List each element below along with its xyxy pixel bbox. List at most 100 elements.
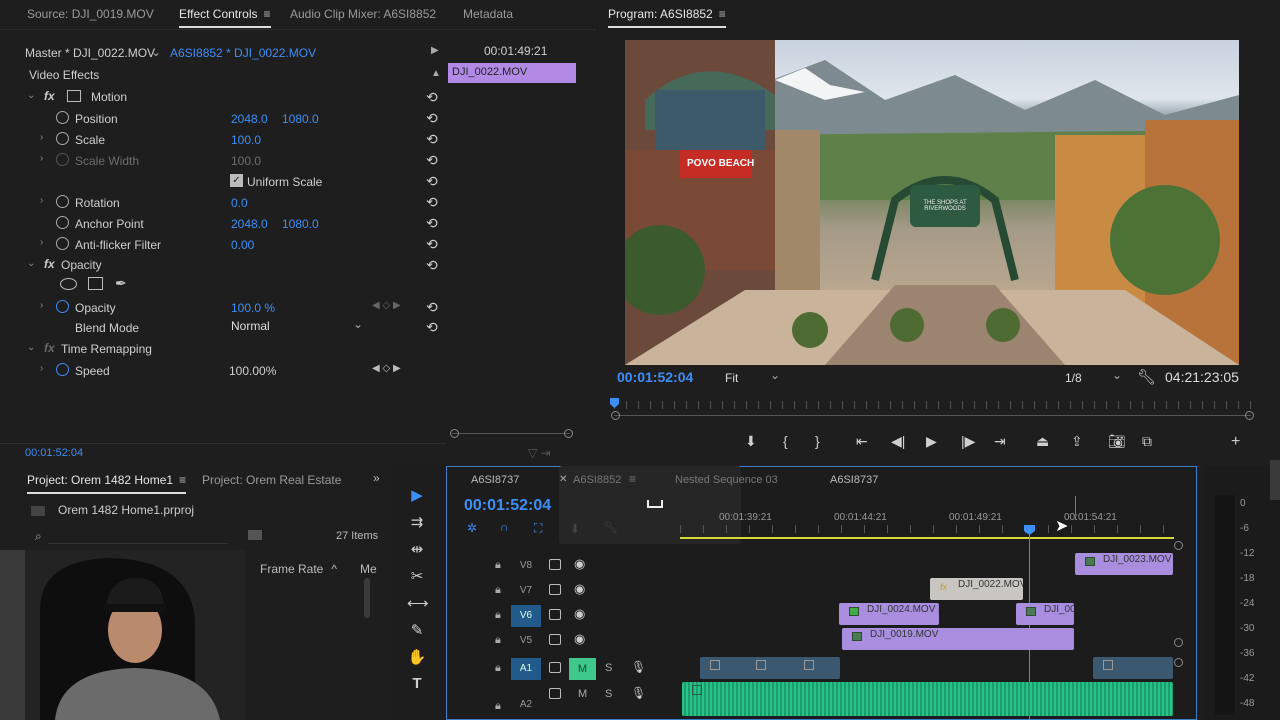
step-back-icon[interactable]: ◀| (891, 433, 905, 450)
timeline-tab-1[interactable]: A6SI8737 (471, 474, 519, 486)
snap-icon[interactable]: ∩ (500, 520, 509, 534)
transform-icon[interactable] (67, 90, 81, 102)
speed-value[interactable]: 100.00% (229, 364, 276, 378)
panel-menu-icon[interactable]: ≡ (263, 7, 270, 21)
scale-value[interactable]: 100.0 (231, 133, 261, 147)
mute-button[interactable]: M (569, 658, 596, 680)
reset-icon[interactable]: ⟲ (426, 152, 438, 169)
pen-mask-icon[interactable]: ✒ (115, 275, 127, 292)
comparison-view-icon[interactable]: ⧉ (1142, 433, 1152, 450)
track-name[interactable]: V7 (511, 580, 541, 602)
ripple-edit-tool-icon[interactable]: ⇹ (407, 540, 427, 558)
panel-menu-icon[interactable]: ≡ (719, 7, 726, 21)
wrench-icon[interactable]: 🔧︎ (1137, 368, 1156, 386)
chevron-right-icon[interactable]: › (40, 132, 43, 143)
track-name[interactable]: A1 (511, 658, 541, 680)
audio-clip-a2[interactable] (682, 682, 1173, 716)
tab-project-real-estate[interactable]: Project: Orem Real Estate (202, 473, 341, 487)
project-list-scrollbar[interactable] (364, 578, 370, 618)
fx-icon[interactable]: fx (44, 257, 55, 271)
stopwatch-icon[interactable] (56, 300, 69, 313)
mark-in-icon[interactable]: { (783, 433, 788, 449)
opacity-value[interactable]: 100.0 % (231, 301, 275, 315)
position-y-value[interactable]: 1080.0 (282, 112, 319, 126)
lift-icon[interactable]: ⏏ (1036, 433, 1049, 450)
timeline-scroll-handle[interactable] (1174, 638, 1183, 647)
timeline-ruler-ticks[interactable] (680, 525, 1174, 533)
tab-program[interactable]: Program: A6SI8852 ≡ (608, 7, 726, 28)
mic-icon[interactable]: 🎙︎ (631, 660, 646, 674)
reset-icon[interactable]: ⟲ (426, 173, 438, 190)
chevron-right-icon[interactable]: › (40, 300, 43, 311)
mic-icon[interactable]: 🎙︎ (631, 686, 646, 700)
blend-mode-select[interactable]: Normal ⌄ (231, 317, 367, 335)
reset-icon[interactable]: ⟲ (426, 215, 438, 232)
time-remapping-row[interactable]: ⌄ fx Time Remapping (0, 340, 448, 361)
ec-footer-timecode[interactable]: 00:01:52:04 (25, 447, 83, 459)
anchor-y-value[interactable]: 1080.0 (282, 217, 319, 231)
clip-dji-0019[interactable]: DJI_0019.MOV (842, 628, 1074, 650)
reset-icon[interactable]: ⟲ (426, 110, 438, 127)
panel-menu-icon[interactable]: ≡ (179, 473, 186, 487)
column-header-framerate[interactable]: Frame Rate ^ (260, 562, 337, 576)
column-header-media[interactable]: Me (360, 562, 377, 576)
clip-dji-0022[interactable]: fx DJI_0022.MOV (930, 578, 1023, 600)
play-clip-icon[interactable]: ▶ (431, 45, 439, 56)
zoom-handle-right[interactable] (564, 429, 573, 438)
right-edge-scrollbar[interactable] (1270, 460, 1280, 500)
reset-icon[interactable]: ⟲ (426, 131, 438, 148)
chevron-right-icon[interactable]: › (40, 237, 43, 248)
pen-tool-icon[interactable]: ✎ (407, 621, 427, 639)
zoom-handle-left[interactable] (450, 429, 459, 438)
master-clip-label[interactable]: Master * DJI_0022.MOV (25, 46, 155, 60)
resolution-select[interactable]: 1/8 ⌄ (1065, 368, 1122, 385)
rotation-value[interactable]: 0.0 (231, 196, 248, 210)
zoom-slider[interactable] (452, 433, 570, 437)
motion-effect-row[interactable]: ⌄ fx Motion ⟲ (0, 88, 448, 109)
stopwatch-icon[interactable] (56, 237, 69, 250)
reset-icon[interactable]: ⟲ (426, 257, 438, 274)
sequence-clip-label[interactable]: A6SI8852 * DJI_0022.MOV (170, 46, 316, 60)
search-icon[interactable]: ⌕ (35, 529, 42, 544)
tab-source[interactable]: Source: DJI_0019.MOV (27, 7, 154, 21)
camera-icon[interactable]: 📷︎ (1108, 433, 1126, 450)
chevron-right-icon[interactable]: › (40, 195, 43, 206)
type-tool-icon[interactable]: T (407, 675, 427, 692)
stopwatch-icon[interactable] (56, 132, 69, 145)
extract-icon[interactable]: ⇪ (1071, 433, 1083, 450)
timeline-scroll-handle[interactable] (1174, 541, 1183, 550)
go-to-in-icon[interactable]: ⇤ (856, 433, 868, 450)
new-bin-icon[interactable] (248, 530, 262, 540)
lock-icon[interactable]: 🔒︎ (495, 662, 501, 675)
stopwatch-icon[interactable] (56, 363, 69, 376)
mini-timeline-clip[interactable]: DJI_0022.MOV (448, 63, 576, 83)
step-forward-icon[interactable]: |▶ (961, 433, 975, 450)
chevron-down-icon[interactable]: ⌄ (27, 342, 35, 353)
add-marker-icon[interactable]: ⬇ (570, 522, 580, 536)
linked-selection-icon[interactable]: ⛶ (534, 521, 542, 536)
track-select-tool-icon[interactable]: ⇉ (407, 513, 427, 531)
reset-icon[interactable]: ⟲ (426, 319, 438, 336)
keyframe-nav-icon[interactable]: ◀ ◇ ▶ (372, 363, 401, 374)
timeline-tab-3[interactable]: Nested Sequence 03 (675, 474, 778, 486)
timeline-timecode[interactable]: 00:01:52:04 (464, 497, 551, 515)
eye-icon[interactable]: ◉ (574, 606, 585, 622)
search-input[interactable] (48, 528, 228, 544)
fit-select[interactable]: Fit ⌄ (725, 368, 780, 385)
solo-button[interactable]: S (605, 688, 612, 700)
rectangle-mask-icon[interactable] (88, 277, 103, 290)
hand-tool-icon[interactable]: ✋ (407, 648, 427, 666)
lock-icon[interactable]: 🔒︎ (495, 634, 501, 647)
position-x-value[interactable]: 2048.0 (231, 112, 268, 126)
stopwatch-icon[interactable] (56, 195, 69, 208)
keyframe-nav-icon[interactable]: ◀ ◇ ▶ (372, 300, 401, 311)
stopwatch-icon[interactable] (56, 111, 69, 124)
zoom-handle-left[interactable] (611, 411, 620, 420)
add-button-icon[interactable]: + (1231, 433, 1240, 451)
anti-flicker-value[interactable]: 0.00 (231, 238, 254, 252)
audio-clip-a1-right[interactable] (1093, 657, 1173, 679)
lock-icon[interactable]: 🔒︎ (495, 584, 501, 597)
reset-icon[interactable]: ⟲ (426, 89, 438, 106)
uniform-scale-checkbox[interactable]: ✓ (230, 174, 243, 187)
tab-project-home[interactable]: Project: Orem 1482 Home1 ≡ (27, 473, 187, 494)
